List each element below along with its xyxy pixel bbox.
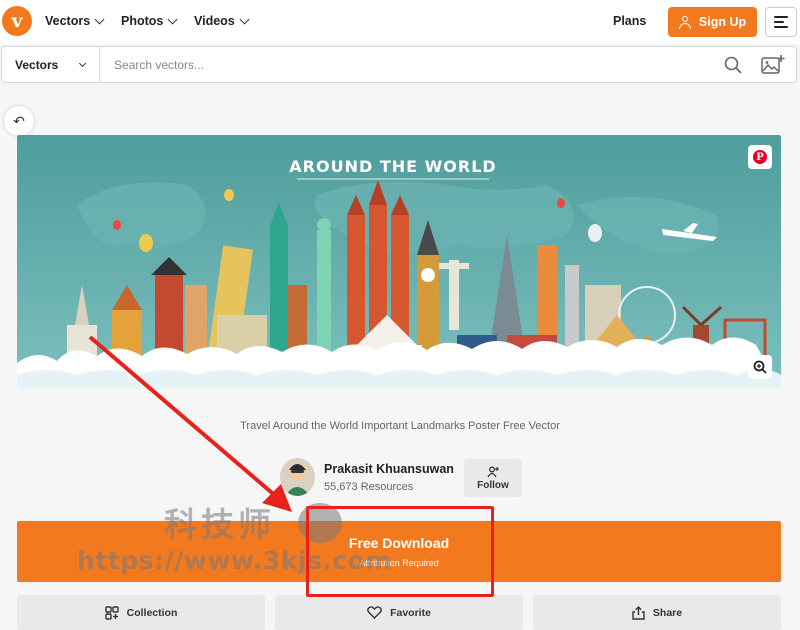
avatar[interactable]	[280, 458, 315, 496]
pinterest-icon: P	[753, 150, 767, 164]
author-resources: 55,673 Resources	[324, 481, 414, 493]
collection-label: Collection	[126, 606, 178, 619]
banner-title: AROUND THE WORLD	[289, 157, 496, 176]
chevron-down-icon	[239, 14, 250, 24]
plans-link[interactable]: Plans	[613, 14, 646, 28]
user-icon	[678, 15, 691, 29]
nav-videos-label: Videos	[194, 14, 235, 28]
back-button[interactable]: ↶	[4, 106, 34, 136]
nav-photos-label: Photos	[121, 14, 164, 28]
share-icon	[632, 605, 645, 620]
nav-vectors-label: Vectors	[45, 14, 91, 28]
image-search-icon[interactable]	[761, 54, 785, 76]
preview-image[interactable]: AROUND THE WORLD	[17, 135, 781, 389]
sign-up-label: Sign Up	[698, 15, 747, 29]
favorite-button[interactable]: Favorite	[275, 595, 523, 630]
zoom-button[interactable]	[748, 355, 772, 379]
menu-button[interactable]	[765, 7, 797, 37]
chevron-down-icon	[94, 14, 105, 24]
menu-icon	[774, 16, 788, 18]
undo-icon: ↶	[13, 112, 25, 129]
pinterest-button[interactable]: P	[748, 145, 772, 169]
collection-button[interactable]: Collection	[17, 595, 265, 630]
author-name[interactable]: Prakasit Khuansuwan	[324, 462, 454, 476]
menu-icon-line	[774, 21, 784, 23]
asset-title: Travel Around the World Important Landma…	[240, 420, 560, 432]
chevron-down-icon	[167, 14, 178, 24]
favorite-label: Favorite	[390, 606, 431, 619]
nav-videos[interactable]: Videos	[194, 14, 250, 28]
search-icon[interactable]	[724, 56, 742, 74]
follow-button[interactable]: Follow	[464, 459, 522, 497]
watermark-text: 科技师	[164, 506, 275, 543]
share-label: Share	[652, 606, 683, 619]
heart-icon	[367, 606, 382, 619]
search-bar: Vectors	[1, 46, 797, 83]
nav-photos[interactable]: Photos	[121, 14, 178, 28]
search-type-label: Vectors	[15, 57, 59, 72]
chevron-down-icon	[78, 59, 87, 68]
share-button[interactable]: Share	[533, 595, 781, 630]
follow-label: Follow	[477, 479, 509, 491]
collection-icon	[104, 605, 119, 620]
user-add-icon	[487, 466, 499, 477]
menu-icon-line	[774, 26, 788, 28]
vecteezy-logo[interactable]: v	[2, 6, 32, 36]
top-nav: v Vectors Photos Videos Plans Sign Up	[0, 0, 800, 44]
landmarks-illustration: AROUND THE WORLD	[17, 135, 781, 389]
search-input[interactable]	[106, 53, 706, 76]
annotation-highlight-box	[306, 506, 494, 597]
nav-vectors[interactable]: Vectors	[45, 14, 105, 28]
search-type-select[interactable]: Vectors	[2, 47, 100, 82]
zoom-icon	[753, 360, 767, 374]
sign-up-button[interactable]: Sign Up	[668, 7, 757, 37]
